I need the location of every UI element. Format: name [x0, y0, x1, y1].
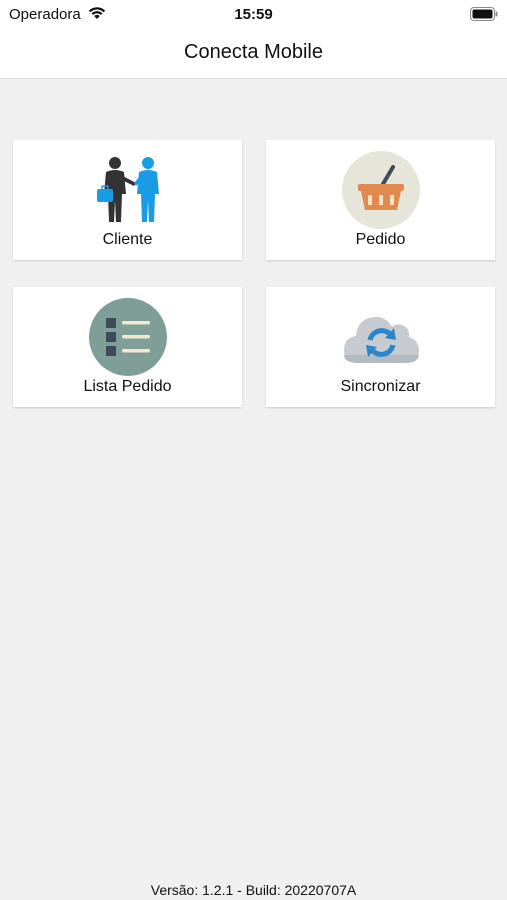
battery-icon: [470, 7, 498, 21]
tile-label: Lista Pedido: [83, 378, 172, 395]
version-label: Versão: 1.2.1 - Build: 20220707A: [150, 882, 357, 898]
navigation-bar: Conecta Mobile: [0, 30, 507, 79]
menu-tile-pedido[interactable]: Pedido: [266, 140, 495, 260]
menu-tile-sincronizar[interactable]: Sincronizar: [266, 287, 495, 407]
shopping-basket-icon: [341, 150, 421, 230]
tile-label: Cliente: [102, 231, 153, 248]
list-icon: [88, 297, 168, 377]
menu-tile-lista-pedido[interactable]: Lista Pedido: [13, 287, 242, 407]
tile-label: Sincronizar: [340, 378, 421, 395]
cloud-sync-icon: [341, 297, 421, 377]
client-handshake-icon: [88, 150, 168, 230]
menu-tile-cliente[interactable]: Cliente: [13, 140, 242, 260]
status-time: 15:59: [234, 6, 273, 23]
status-bar: Operadora 15:59: [0, 0, 507, 30]
page-title: Conecta Mobile: [184, 41, 323, 63]
tile-label: Pedido: [355, 231, 406, 248]
